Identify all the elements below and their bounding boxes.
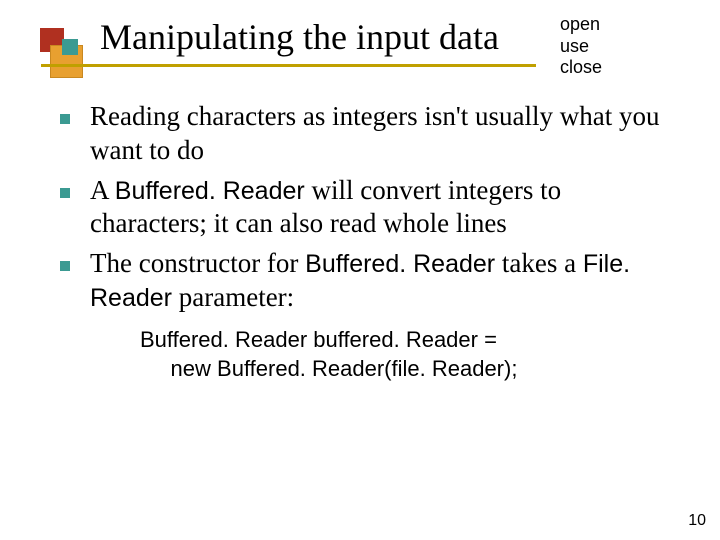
page-number: 10: [688, 512, 706, 530]
content: Reading characters as integers isn't usu…: [60, 100, 680, 384]
bullet-text: Reading characters as integers isn't usu…: [90, 100, 680, 168]
text-run: parameter:: [172, 282, 294, 312]
side-note-line: use: [560, 36, 602, 58]
code-line: new Buffered. Reader(file. Reader);: [140, 354, 680, 384]
slide-title: Manipulating the input data: [100, 16, 499, 58]
corner-decoration: [40, 28, 90, 78]
bullet-icon: [60, 188, 70, 198]
code-run: Buffered. Reader: [115, 177, 305, 205]
slide: Manipulating the input data open use clo…: [0, 0, 720, 540]
list-item: A Buffered. Reader will convert integers…: [60, 174, 680, 242]
text-run: takes a: [495, 248, 583, 278]
bullet-text: The constructor for Buffered. Reader tak…: [90, 247, 680, 315]
code-line: Buffered. Reader buffered. Reader =: [140, 325, 680, 355]
list-item: Reading characters as integers isn't usu…: [60, 100, 680, 168]
side-note-line: open: [560, 14, 602, 36]
title-underline: [41, 64, 536, 67]
side-note: open use close: [560, 14, 602, 79]
list-item: The constructor for Buffered. Reader tak…: [60, 247, 680, 315]
text-run: The constructor for: [90, 248, 305, 278]
bullet-text: A Buffered. Reader will convert integers…: [90, 174, 680, 242]
bullet-icon: [60, 114, 70, 124]
text-run: Reading characters as integers isn't usu…: [90, 101, 659, 165]
teal-square-icon: [62, 39, 78, 55]
code-run: Buffered. Reader: [305, 250, 495, 278]
code-block: Buffered. Reader buffered. Reader = new …: [140, 325, 680, 384]
side-note-line: close: [560, 57, 602, 79]
text-run: A: [90, 175, 115, 205]
bullet-icon: [60, 261, 70, 271]
